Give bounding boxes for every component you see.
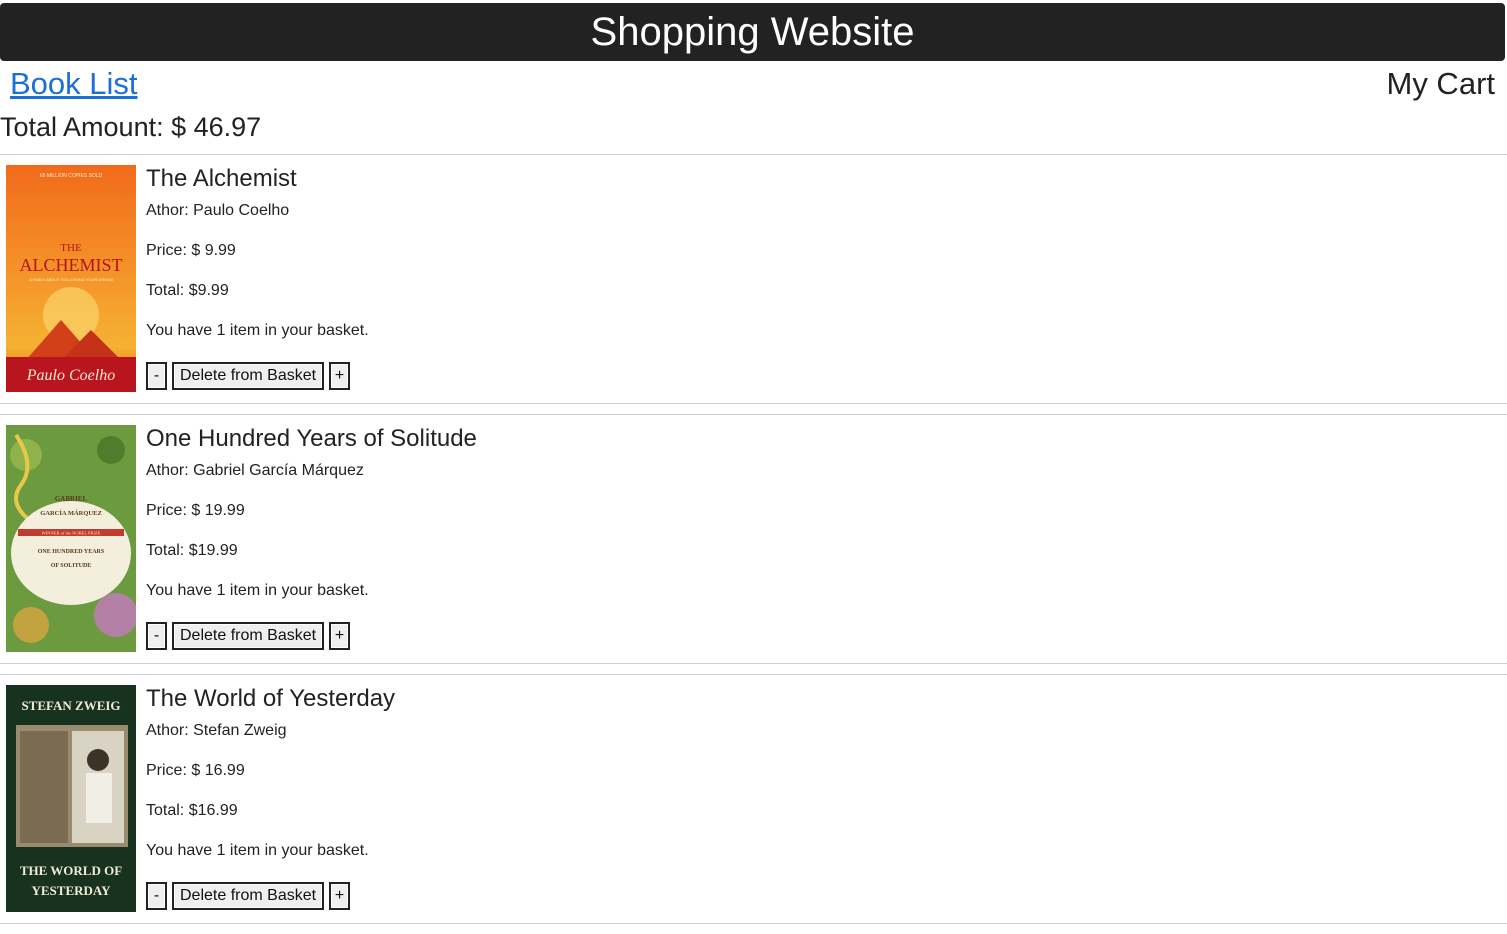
svg-text:STEFAN ZWEIG: STEFAN ZWEIG — [21, 698, 120, 713]
decrease-quantity-button[interactable]: - — [146, 622, 167, 650]
svg-text:GARCÍA MÁRQUEZ: GARCÍA MÁRQUEZ — [40, 509, 102, 517]
svg-text:THE: THE — [60, 242, 82, 254]
basket-count-message: You have 1 item in your basket. — [146, 842, 369, 859]
svg-text:GABRIEL: GABRIEL — [55, 495, 88, 503]
cart-list: 65 MILLION COPIES SOLD THE ALCHEMIST A F… — [0, 154, 1507, 934]
increase-quantity-button[interactable]: + — [329, 622, 351, 650]
book-title: One Hundred Years of Solitude — [146, 425, 477, 452]
increase-quantity-button[interactable]: + — [329, 882, 351, 910]
book-price: Price: $ 16.99 — [146, 762, 245, 779]
basket-count-message: You have 1 item in your basket. — [146, 582, 369, 599]
site-title: Shopping Website — [590, 10, 915, 54]
svg-text:YESTERDAY: YESTERDAY — [32, 883, 112, 898]
item-total: Total: $16.99 — [146, 802, 238, 819]
delete-from-basket-button[interactable]: Delete from Basket — [172, 882, 325, 910]
item-total: Total: $9.99 — [146, 282, 229, 299]
book-cover-image: 65 MILLION COPIES SOLD THE ALCHEMIST A F… — [6, 165, 136, 392]
book-author: Athor: Gabriel García Márquez — [146, 462, 364, 479]
delete-from-basket-button[interactable]: Delete from Basket — [172, 362, 325, 390]
book-price: Price: $ 19.99 — [146, 502, 245, 519]
decrease-quantity-button[interactable]: - — [146, 882, 167, 910]
svg-text:ALCHEMIST: ALCHEMIST — [20, 255, 123, 275]
book-title: The Alchemist — [146, 165, 297, 192]
site-header: Shopping Website — [0, 3, 1505, 61]
item-total: Total: $19.99 — [146, 542, 238, 559]
svg-text:WINNER of the NOBEL PRIZE: WINNER of the NOBEL PRIZE — [41, 531, 100, 536]
book-author: Athor: Paulo Coelho — [146, 202, 290, 219]
increase-quantity-button[interactable]: + — [329, 362, 351, 390]
svg-text:THE WORLD OF: THE WORLD OF — [20, 863, 122, 878]
cart-item: 65 MILLION COPIES SOLD THE ALCHEMIST A F… — [0, 154, 1507, 404]
decrease-quantity-button[interactable]: - — [146, 362, 167, 390]
cart-item: STEFAN ZWEIG THE WORLD OF YESTERDAY The … — [0, 674, 1507, 924]
svg-text:OF SOLITUDE: OF SOLITUDE — [51, 563, 92, 569]
book-author: Athor: Stefan Zweig — [146, 722, 287, 739]
book-title: The World of Yesterday — [146, 685, 396, 712]
svg-text:Paulo Coelho: Paulo Coelho — [26, 367, 115, 384]
book-cover-image: STEFAN ZWEIG THE WORLD OF YESTERDAY — [6, 685, 136, 912]
book-cover-image: GABRIEL GARCÍA MÁRQUEZ WINNER of the NOB… — [6, 425, 136, 652]
svg-text:65 MILLION COPIES SOLD: 65 MILLION COPIES SOLD — [40, 173, 103, 179]
svg-text:A FABLE ABOUT FOLLOWING YOUR D: A FABLE ABOUT FOLLOWING YOUR DREAM — [29, 277, 113, 282]
basket-count-message: You have 1 item in your basket. — [146, 322, 369, 339]
book-list-link[interactable]: Book List — [10, 66, 138, 102]
cart-item: GABRIEL GARCÍA MÁRQUEZ WINNER of the NOB… — [0, 414, 1507, 664]
book-price: Price: $ 9.99 — [146, 242, 236, 259]
my-cart-heading: My Cart — [1386, 66, 1496, 101]
delete-from-basket-button[interactable]: Delete from Basket — [172, 622, 325, 650]
svg-text:ONE HUNDRED YEARS: ONE HUNDRED YEARS — [38, 549, 105, 555]
total-amount: Total Amount: $ 46.97 — [0, 112, 262, 142]
